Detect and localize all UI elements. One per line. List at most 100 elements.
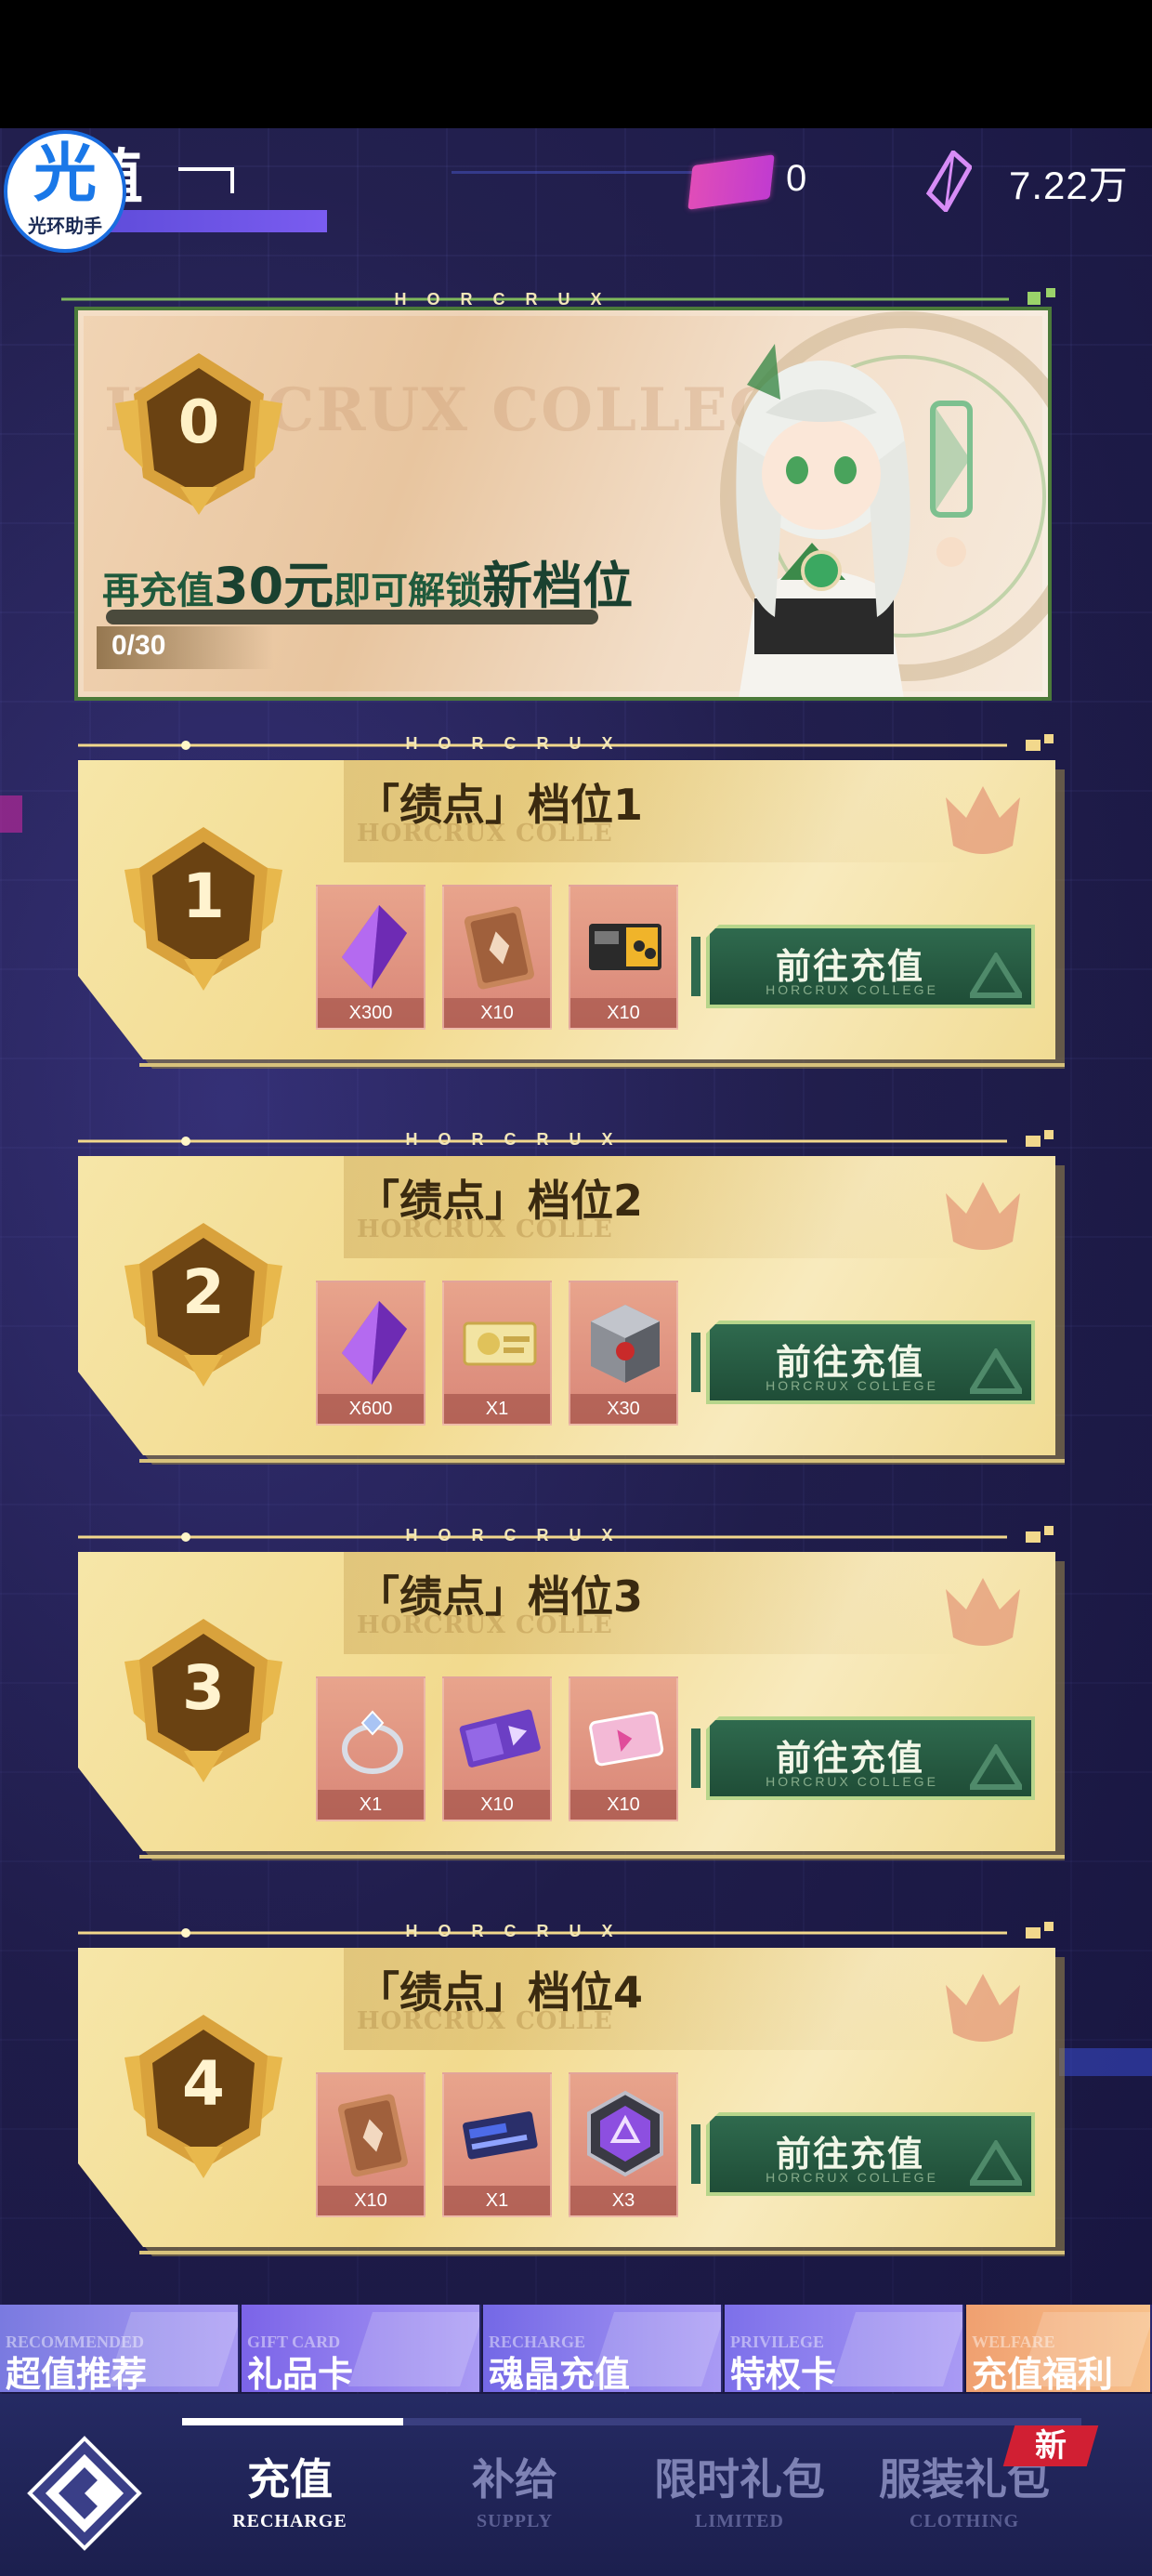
tab-sublabel: RECHARGE	[232, 2511, 347, 2531]
tab-indicator-active	[182, 2418, 403, 2425]
home-diamond-icon[interactable]	[24, 2433, 145, 2554]
level-medal	[115, 353, 282, 515]
status-bar	[0, 0, 1152, 128]
reward-quantity: X1	[444, 1394, 550, 1424]
tier-watermark: HORCRUX COLLE	[357, 1216, 613, 1243]
bottom-tab-bar: 充值 RECHARGE 补给 SUPPLY 限时礼包 LIMITED 服装礼包 …	[0, 2394, 1152, 2576]
logo-glyph: 光	[33, 138, 97, 211]
tier-header-label: HORCRUX	[405, 1526, 634, 1544]
reward-item[interactable]: X600	[316, 1281, 425, 1426]
triangle-logo-icon	[970, 1744, 1022, 1790]
reward-item[interactable]: X10	[569, 1676, 678, 1821]
tier-card: HORCRUX 「绩点」档位4 HORCRUX COLLE 4 X10 X1 X…	[78, 1922, 1072, 2275]
crown-emblem-icon	[946, 786, 1020, 854]
button-accent	[691, 937, 700, 996]
tier-card: HORCRUX 「绩点」档位2 HORCRUX COLLE 2 X600 X1 …	[78, 1130, 1072, 1483]
tab-recharge[interactable]: 充值 RECHARGE	[178, 2427, 401, 2548]
category-strip: RECOMMENDED 超值推荐 GIFT CARD 礼品卡 RECHARGE …	[0, 2305, 1152, 2392]
reward-quantity: X300	[318, 998, 424, 1028]
tier-base-line	[139, 2251, 1065, 2254]
reward-item[interactable]: X10	[316, 2072, 425, 2217]
tier-card: HORCRUX 「绩点」档位3 HORCRUX COLLE 3 X1 X10 X…	[78, 1526, 1072, 1879]
category-art	[348, 2312, 479, 2386]
category-label: 魂晶充值	[489, 2354, 631, 2392]
category-label: 礼品卡	[247, 2354, 354, 2392]
tab-supply[interactable]: 补给 SUPPLY	[403, 2427, 626, 2548]
reward-item[interactable]: X1	[316, 1676, 425, 1821]
go-recharge-button[interactable]: 前往充值 HORCRUX COLLEGE	[706, 1716, 1035, 1800]
new-badge: 新	[1002, 2425, 1099, 2466]
go-recharge-sublabel: HORCRUX COLLEGE	[766, 1774, 938, 1789]
reward-item[interactable]: X10	[442, 1676, 552, 1821]
category-tab[interactable]: RECHARGE 魂晶充值	[483, 2305, 723, 2392]
logo-caption: 光环助手	[28, 215, 102, 237]
reward-quantity: X3	[570, 2186, 676, 2215]
triangle-logo-icon	[970, 2140, 1022, 2186]
tier-header-label: HORCRUX	[405, 1130, 634, 1149]
category-tab[interactable]: RECOMMENDED 超值推荐	[0, 2305, 240, 2392]
unlock-message-amount: 30元	[214, 557, 334, 615]
supply-crate-icon	[591, 1305, 660, 1383]
go-recharge-button[interactable]: 前往充值 HORCRUX COLLEGE	[706, 925, 1035, 1008]
tier-base-line	[139, 1855, 1065, 1859]
reward-item[interactable]: X10	[442, 885, 552, 1030]
tier-base-line	[139, 1459, 1065, 1463]
card-pack-icon	[464, 906, 534, 990]
tab-label: 限时礼包	[654, 2454, 825, 2504]
go-recharge-sublabel: HORCRUX COLLEGE	[766, 2170, 938, 2185]
tier-level-medal	[124, 1619, 282, 1782]
crown-emblem-icon	[946, 1182, 1020, 1250]
category-tab[interactable]: GIFT CARD 礼品卡	[242, 2305, 481, 2392]
unlock-message-pre: 再充值	[102, 570, 214, 612]
helper-app-badge[interactable]: 光 光环助手	[4, 130, 126, 253]
pink-voucher-icon	[589, 1711, 664, 1767]
category-tab[interactable]: PRIVILEGE 特权卡	[725, 2305, 964, 2392]
category-tab[interactable]: WELFARE 充值福利	[966, 2305, 1152, 2392]
tier-header-label: HORCRUX	[405, 1922, 634, 1940]
tab-sublabel: CLOTHING	[909, 2511, 1020, 2531]
go-recharge-button[interactable]: 前往充值 HORCRUX COLLEGE	[706, 1321, 1035, 1404]
go-recharge-label: 前往充值	[775, 946, 924, 987]
ticket-count: 0	[786, 158, 807, 199]
reward-item[interactable]: X1	[442, 1281, 552, 1426]
tab-sublabel: SUPPLY	[477, 2511, 553, 2531]
progress-bar	[106, 610, 598, 624]
tab-label: 充值	[247, 2454, 333, 2504]
tab-sublabel: LIMITED	[695, 2511, 784, 2531]
go-recharge-button[interactable]: 前往充值 HORCRUX COLLEGE	[706, 2112, 1035, 2196]
unlock-message: 再充值30元即可解锁新档位	[102, 545, 633, 618]
go-recharge-label: 前往充值	[775, 1342, 924, 1383]
reward-item[interactable]: X300	[316, 885, 425, 1030]
tab-limited[interactable]: 限时礼包 LIMITED	[628, 2427, 851, 2548]
reward-item[interactable]: X3	[569, 2072, 678, 2217]
ring-icon	[342, 1710, 403, 1774]
purple-voucher-icon	[459, 1709, 541, 1768]
decor-line	[452, 171, 730, 174]
category-label: 超值推荐	[6, 2354, 148, 2392]
reward-item[interactable]: X1	[442, 2072, 552, 2217]
reward-item[interactable]: X30	[569, 1281, 678, 1426]
reward-quantity: X30	[570, 1394, 676, 1424]
tier-header-label: HORCRUX	[405, 734, 634, 753]
triangle-logo-icon	[970, 953, 1022, 998]
reward-quantity: X10	[444, 998, 550, 1028]
reward-quantity: X600	[318, 1394, 424, 1424]
category-label: 充值福利	[972, 2354, 1114, 2392]
crystal-icon[interactable]	[925, 151, 972, 212]
go-recharge-label: 前往充值	[775, 1738, 924, 1779]
tier-watermark: HORCRUX COLLE	[357, 820, 613, 848]
go-recharge-sublabel: HORCRUX COLLEGE	[766, 982, 938, 997]
decor-mark	[0, 795, 22, 833]
crystal-icon	[342, 905, 407, 989]
crown-emblem-icon	[946, 1578, 1020, 1646]
button-accent	[691, 1333, 700, 1392]
new-badge-label: 新	[1035, 2427, 1067, 2464]
reward-quantity: X10	[570, 998, 676, 1028]
go-recharge-label: 前往充值	[775, 2134, 924, 2175]
reward-item[interactable]: X10	[569, 885, 678, 1030]
reward-quantity: X10	[318, 2186, 424, 2215]
category-label: 特权卡	[730, 2354, 837, 2392]
card-pack-icon	[337, 2094, 408, 2177]
tier-card: HORCRUX 「绩点」档位1 HORCRUX COLLE 1 X300 X10…	[78, 734, 1072, 1087]
tier-watermark: HORCRUX COLLE	[357, 2007, 613, 2035]
